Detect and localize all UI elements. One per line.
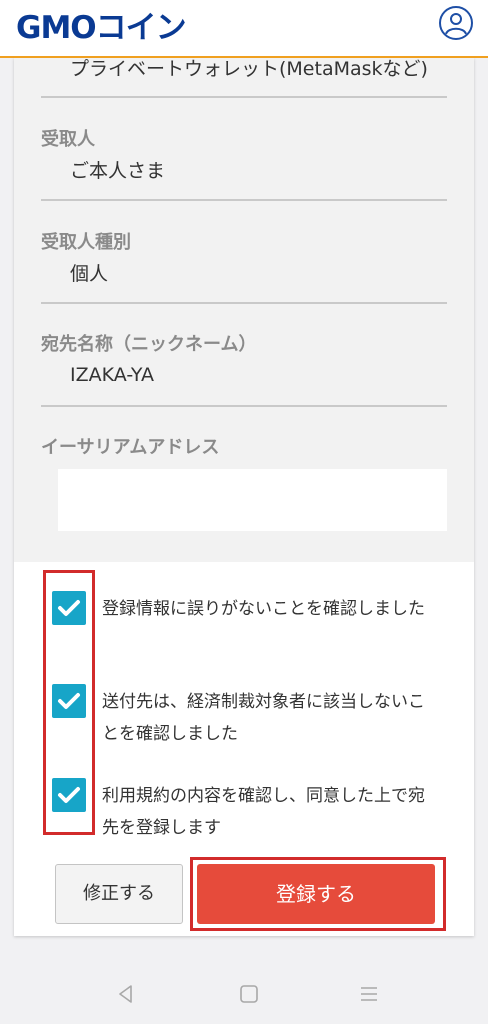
divider [41, 96, 447, 98]
checkbox-agree-terms[interactable]: 利用規約の内容を確認し、同意した上で宛先を登録します [52, 778, 462, 858]
recipient-value: ご本人さま [70, 160, 166, 182]
wallet-type-value: プライベートウォレット(MetaMaskなど) [70, 58, 428, 80]
checkbox-label: 利用規約の内容を確認し、同意した上で宛先を登録します [102, 786, 425, 838]
checkbox-highlight-frame [43, 570, 95, 835]
checkbox-confirm-sanctions[interactable]: 送付先は、経済制裁対象者に該当しないことを確認しました [52, 684, 462, 764]
ethereum-address-value [58, 469, 447, 531]
home-icon[interactable] [237, 982, 261, 1006]
checkbox-label: 送付先は、経済制裁対象者に該当しないことを確認しました [102, 692, 425, 744]
system-nav-bar [0, 960, 488, 1024]
recipient-label: 受取人 [41, 129, 95, 150]
checkbox-confirm-info[interactable]: 登録情報に誤りがないことを確認しました [52, 591, 462, 671]
divider [41, 302, 447, 304]
ethereum-address-label: イーサリアムアドレス [41, 437, 220, 458]
nickname-label: 宛先名称（ニックネーム） [41, 334, 257, 355]
edit-button[interactable]: 修正する [55, 864, 183, 924]
registration-info: プライベートウォレット(MetaMaskなど) 受取人 ご本人さま 受取人種別 … [14, 58, 474, 562]
recents-icon[interactable] [357, 982, 381, 1006]
checkbox-label: 登録情報に誤りがないことを確認しました [102, 599, 425, 619]
recipient-type-value: 個人 [70, 263, 109, 285]
user-circle-icon[interactable] [439, 6, 473, 40]
gmo-coin-logo[interactable]: GMOコイン [16, 10, 187, 46]
app-header: GMOコイン [0, 0, 488, 58]
nickname-value: IZAKA-YA [70, 364, 155, 386]
recipient-type-label: 受取人種別 [41, 232, 131, 253]
back-icon[interactable] [114, 982, 138, 1006]
register-button[interactable]: 登録する [197, 864, 435, 924]
divider [41, 199, 447, 201]
confirmation-card: プライベートウォレット(MetaMaskなど) 受取人 ご本人さま 受取人種別 … [14, 58, 474, 936]
divider [41, 405, 447, 407]
